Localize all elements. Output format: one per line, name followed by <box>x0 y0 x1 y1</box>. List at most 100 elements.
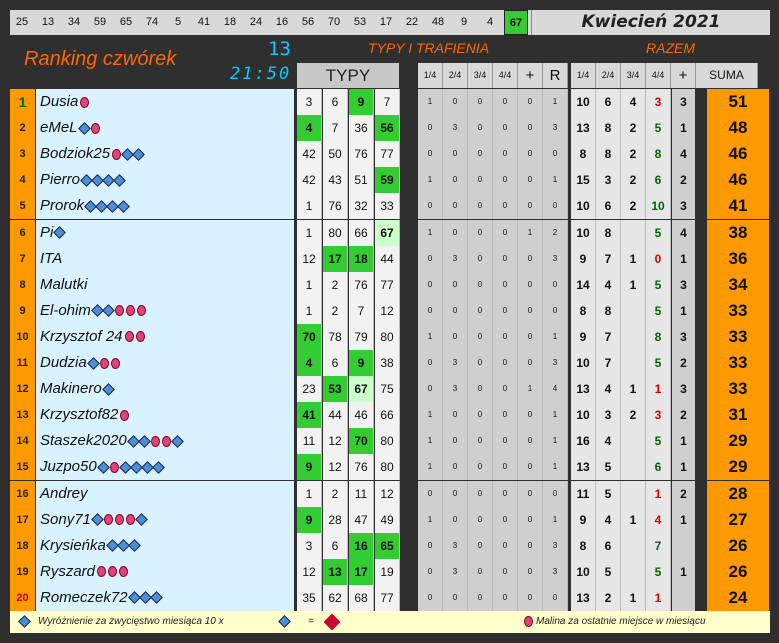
stat-cell: 0 <box>418 584 443 611</box>
typ-cell: 42 <box>297 141 322 168</box>
stat-cell: 0 <box>518 532 543 559</box>
plus-cell: 2 <box>672 167 695 194</box>
column-header: + <box>518 63 543 88</box>
column-header: 4/4 <box>646 63 671 88</box>
suma-cell: 38 <box>707 219 769 246</box>
stat-cell: 0 <box>468 428 493 455</box>
total-cell: 7 <box>596 350 621 376</box>
stat-cell: 0 <box>468 115 493 142</box>
suma-cell: 28 <box>707 480 769 507</box>
typ-cell: 70 <box>349 428 374 455</box>
stat-cell: 0 <box>518 506 543 533</box>
stat-cell: 0 <box>543 193 568 220</box>
plus-cell: 1 <box>672 428 695 455</box>
stat-cell: 3 <box>443 245 468 272</box>
typ-cell: 77 <box>375 141 400 168</box>
total-cell: 9 <box>571 245 596 272</box>
stat-cell: 0 <box>518 115 543 142</box>
column-header: 3/4 <box>468 63 493 88</box>
typ-cell: 7 <box>349 297 374 324</box>
total-cell: 8 <box>571 532 596 559</box>
total-cell: 6 <box>596 532 621 559</box>
stat-cell: 0 <box>443 141 468 168</box>
suma-cell: 33 <box>707 350 769 376</box>
total-cell <box>621 532 646 559</box>
typ-cell: 43 <box>323 167 348 194</box>
draw-time: 21:50 <box>230 64 292 84</box>
stat-cell: 0 <box>493 167 518 194</box>
raspberry-icon <box>109 461 119 473</box>
typ-cell: 51 <box>349 167 374 194</box>
rank-cell: 4 <box>10 167 35 194</box>
plus-cell: 3 <box>672 89 695 115</box>
typ-cell: 50 <box>323 141 348 168</box>
gem-icon <box>323 613 341 631</box>
typ-cell: 9 <box>349 89 374 115</box>
plus-cell: 3 <box>672 193 695 220</box>
table-row: 15 Juzpo50 9 12 76 80 1 0 0 0 0 1 13 5 6 1 29 <box>10 454 770 481</box>
table-row: 5 Prorok 1 76 32 33 0 0 0 0 0 0 10 6 2 10 3 41 <box>10 193 770 220</box>
total-cell: 15 <box>571 167 596 194</box>
player-name: ITA <box>36 245 294 272</box>
diamond-icon <box>132 147 145 161</box>
raspberry-icon <box>97 566 107 578</box>
rank-cell: 15 <box>10 454 35 481</box>
total-cell: 8 <box>571 141 596 168</box>
footer-right-text: Malina za ostatnie miejsce w miesiącu <box>536 616 706 627</box>
stat-cell: 2 <box>543 219 568 246</box>
total-cell: 0 <box>646 245 671 272</box>
typ-cell: 2 <box>323 480 348 507</box>
typ-cell: 66 <box>349 219 374 246</box>
suma-cell: 27 <box>707 506 769 533</box>
typ-cell: 3 <box>297 532 322 559</box>
diamond-icon <box>149 591 163 605</box>
total-cell <box>621 350 646 376</box>
typ-cell: 35 <box>297 584 322 611</box>
stat-cell: 0 <box>493 506 518 533</box>
total-cell: 8 <box>596 219 621 246</box>
typ-cell: 12 <box>375 480 400 507</box>
plus-cell: 2 <box>672 350 695 376</box>
table-row: 4 Pierro 42 43 51 59 1 0 0 0 0 1 15 3 2 6 2 46 <box>10 167 770 194</box>
total-cell: 4 <box>596 271 621 298</box>
typ-cell: 32 <box>349 193 374 220</box>
stat-cell: 0 <box>493 532 518 559</box>
suma-cell: 48 <box>707 115 769 142</box>
typ-cell: 28 <box>323 506 348 533</box>
suma-cell: 29 <box>707 428 769 455</box>
stat-cell: 3 <box>543 558 568 585</box>
stat-cell: 0 <box>443 428 468 455</box>
raspberry-icon <box>99 357 109 369</box>
typ-cell: 49 <box>375 506 400 533</box>
stat-cell: 0 <box>468 89 493 115</box>
total-cell: 10 <box>571 193 596 220</box>
stat-cell: 0 <box>443 454 468 481</box>
total-cell: 7 <box>596 245 621 272</box>
suma-cell: 41 <box>707 193 769 220</box>
typ-cell: 46 <box>349 402 374 429</box>
plus-cell: 1 <box>672 506 695 533</box>
suma-cell: 31 <box>707 402 769 429</box>
typ-cell: 56 <box>375 115 400 142</box>
drawn-number: 24 <box>249 16 263 28</box>
total-cell: 6 <box>646 454 671 481</box>
column-header: SUMA <box>696 63 758 88</box>
typ-cell: 6 <box>323 89 348 115</box>
diamond-icon <box>101 304 115 318</box>
plus-cell: 1 <box>672 558 695 585</box>
stat-cell: 0 <box>518 141 543 168</box>
stat-cell: 1 <box>518 219 543 246</box>
total-cell: 7 <box>646 532 671 559</box>
total-cell: 2 <box>621 141 646 168</box>
total-cell <box>621 323 646 350</box>
stat-cell: 0 <box>443 506 468 533</box>
plus-cell: 4 <box>672 219 695 246</box>
stat-cell: 0 <box>493 584 518 611</box>
typ-cell: 6 <box>323 350 348 376</box>
stat-cell: 1 <box>418 323 443 350</box>
diamond-icon <box>127 539 141 553</box>
rank-cell: 9 <box>10 297 35 324</box>
total-cell: 1 <box>621 506 646 533</box>
raspberry-icon <box>125 305 135 317</box>
diamond-icon <box>77 121 91 135</box>
